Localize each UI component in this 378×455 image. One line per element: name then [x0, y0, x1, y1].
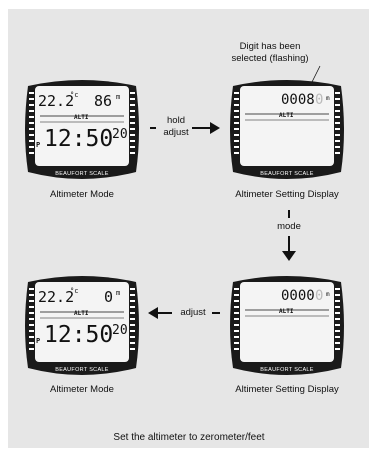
hold-label: hold — [167, 115, 185, 126]
footer-instruction: Set the altimeter to zerometer/feet — [113, 432, 265, 443]
adjust-label-bottom: adjust — [180, 307, 206, 318]
caption-setting-display-bottom: Altimeter Setting Display — [235, 384, 339, 395]
caption-altimeter-mode-bottom: Altimeter Mode — [50, 384, 114, 395]
caption-altimeter-mode-top: Altimeter Mode — [50, 189, 114, 200]
mode-label: mode — [277, 221, 301, 232]
hold-adjust-label: hold adjust — [158, 115, 194, 139]
adjust-label: adjust — [163, 127, 189, 138]
caption-setting-display-top: Altimeter Setting Display — [235, 189, 339, 200]
